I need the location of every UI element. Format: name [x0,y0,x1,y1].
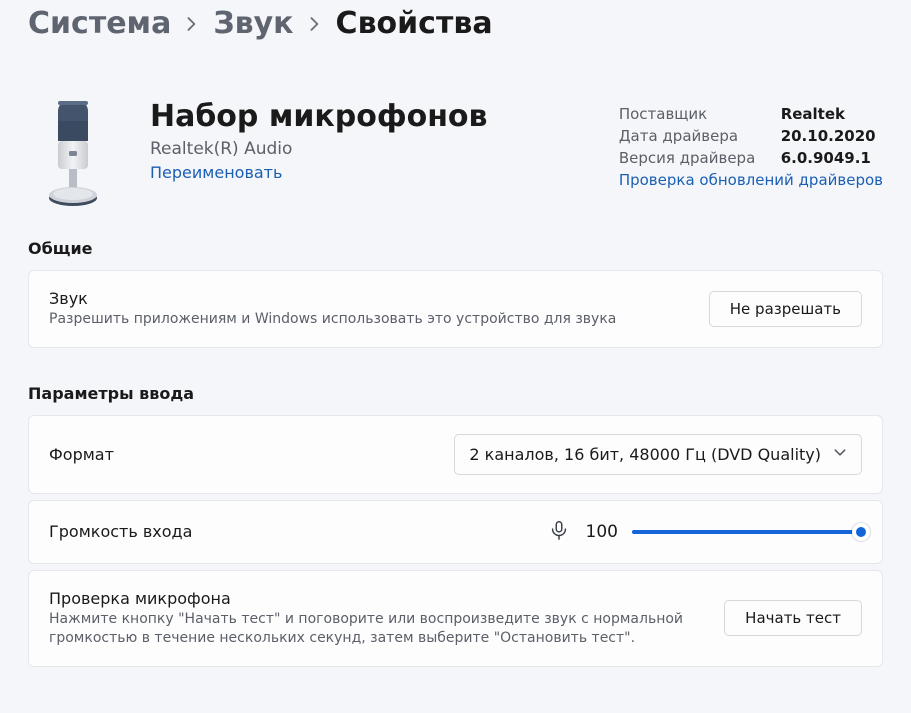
device-header: Набор микрофонов Realtek(R) Audio Переим… [0,51,911,233]
provider-value: Realtek [781,105,883,123]
driver-date-label: Дата драйвера [619,127,763,145]
audio-permission-desc: Разрешить приложениям и Windows использо… [49,310,693,329]
breadcrumb-system[interactable]: Система [28,6,171,41]
device-title: Набор микрофонов [150,99,587,135]
input-volume-value: 100 [584,522,618,542]
format-label: Формат [49,445,438,464]
slider-thumb[interactable] [852,523,870,541]
provider-label: Поставщик [619,105,763,123]
device-subtitle: Realtek(R) Audio [150,139,587,159]
chevron-right-icon [185,12,199,36]
disallow-button[interactable]: Не разрешать [709,291,862,327]
driver-date-value: 20.10.2020 [781,127,883,145]
driver-meta: Поставщик Realtek Дата драйвера 20.10.20… [619,99,883,189]
chevron-down-icon [833,445,847,464]
check-driver-updates-link[interactable]: Проверка обновлений драйверов [619,171,883,189]
section-heading-general: Общие [0,239,911,258]
driver-version-label: Версия драйвера [619,149,763,167]
start-test-button[interactable]: Начать тест [724,600,862,636]
mic-test-card: Проверка микрофона Нажмите кнопку "Начат… [28,570,883,667]
mic-test-desc: Нажмите кнопку "Начать тест" и поговорит… [49,610,708,648]
audio-permission-card: Звук Разрешить приложениям и Windows исп… [28,270,883,348]
breadcrumb-current: Свойства [336,6,493,41]
input-volume-label: Громкость входа [49,522,532,541]
audio-permission-title: Звук [49,289,693,308]
chevron-right-icon [308,12,322,36]
format-select[interactable]: 2 каналов, 16 бит, 48000 Гц (DVD Quality… [454,434,862,475]
input-volume-card: Громкость входа 100 [28,500,883,564]
breadcrumb: Система Звук Свойства [0,0,911,51]
input-volume-slider[interactable] [632,522,862,542]
driver-version-value: 6.0.9049.1 [781,149,883,167]
format-selected-value: 2 каналов, 16 бит, 48000 Гц (DVD Quality… [469,445,821,464]
rename-link[interactable]: Переименовать [150,163,282,182]
microphone-glyph-icon [548,519,570,545]
device-title-block: Набор микрофонов Realtek(R) Audio Переим… [150,99,587,209]
format-card: Формат 2 каналов, 16 бит, 48000 Гц (DVD … [28,415,883,494]
breadcrumb-sound[interactable]: Звук [213,6,293,41]
microphone-icon [28,99,118,209]
section-heading-input-params: Параметры ввода [0,384,911,403]
mic-test-title: Проверка микрофона [49,589,708,608]
